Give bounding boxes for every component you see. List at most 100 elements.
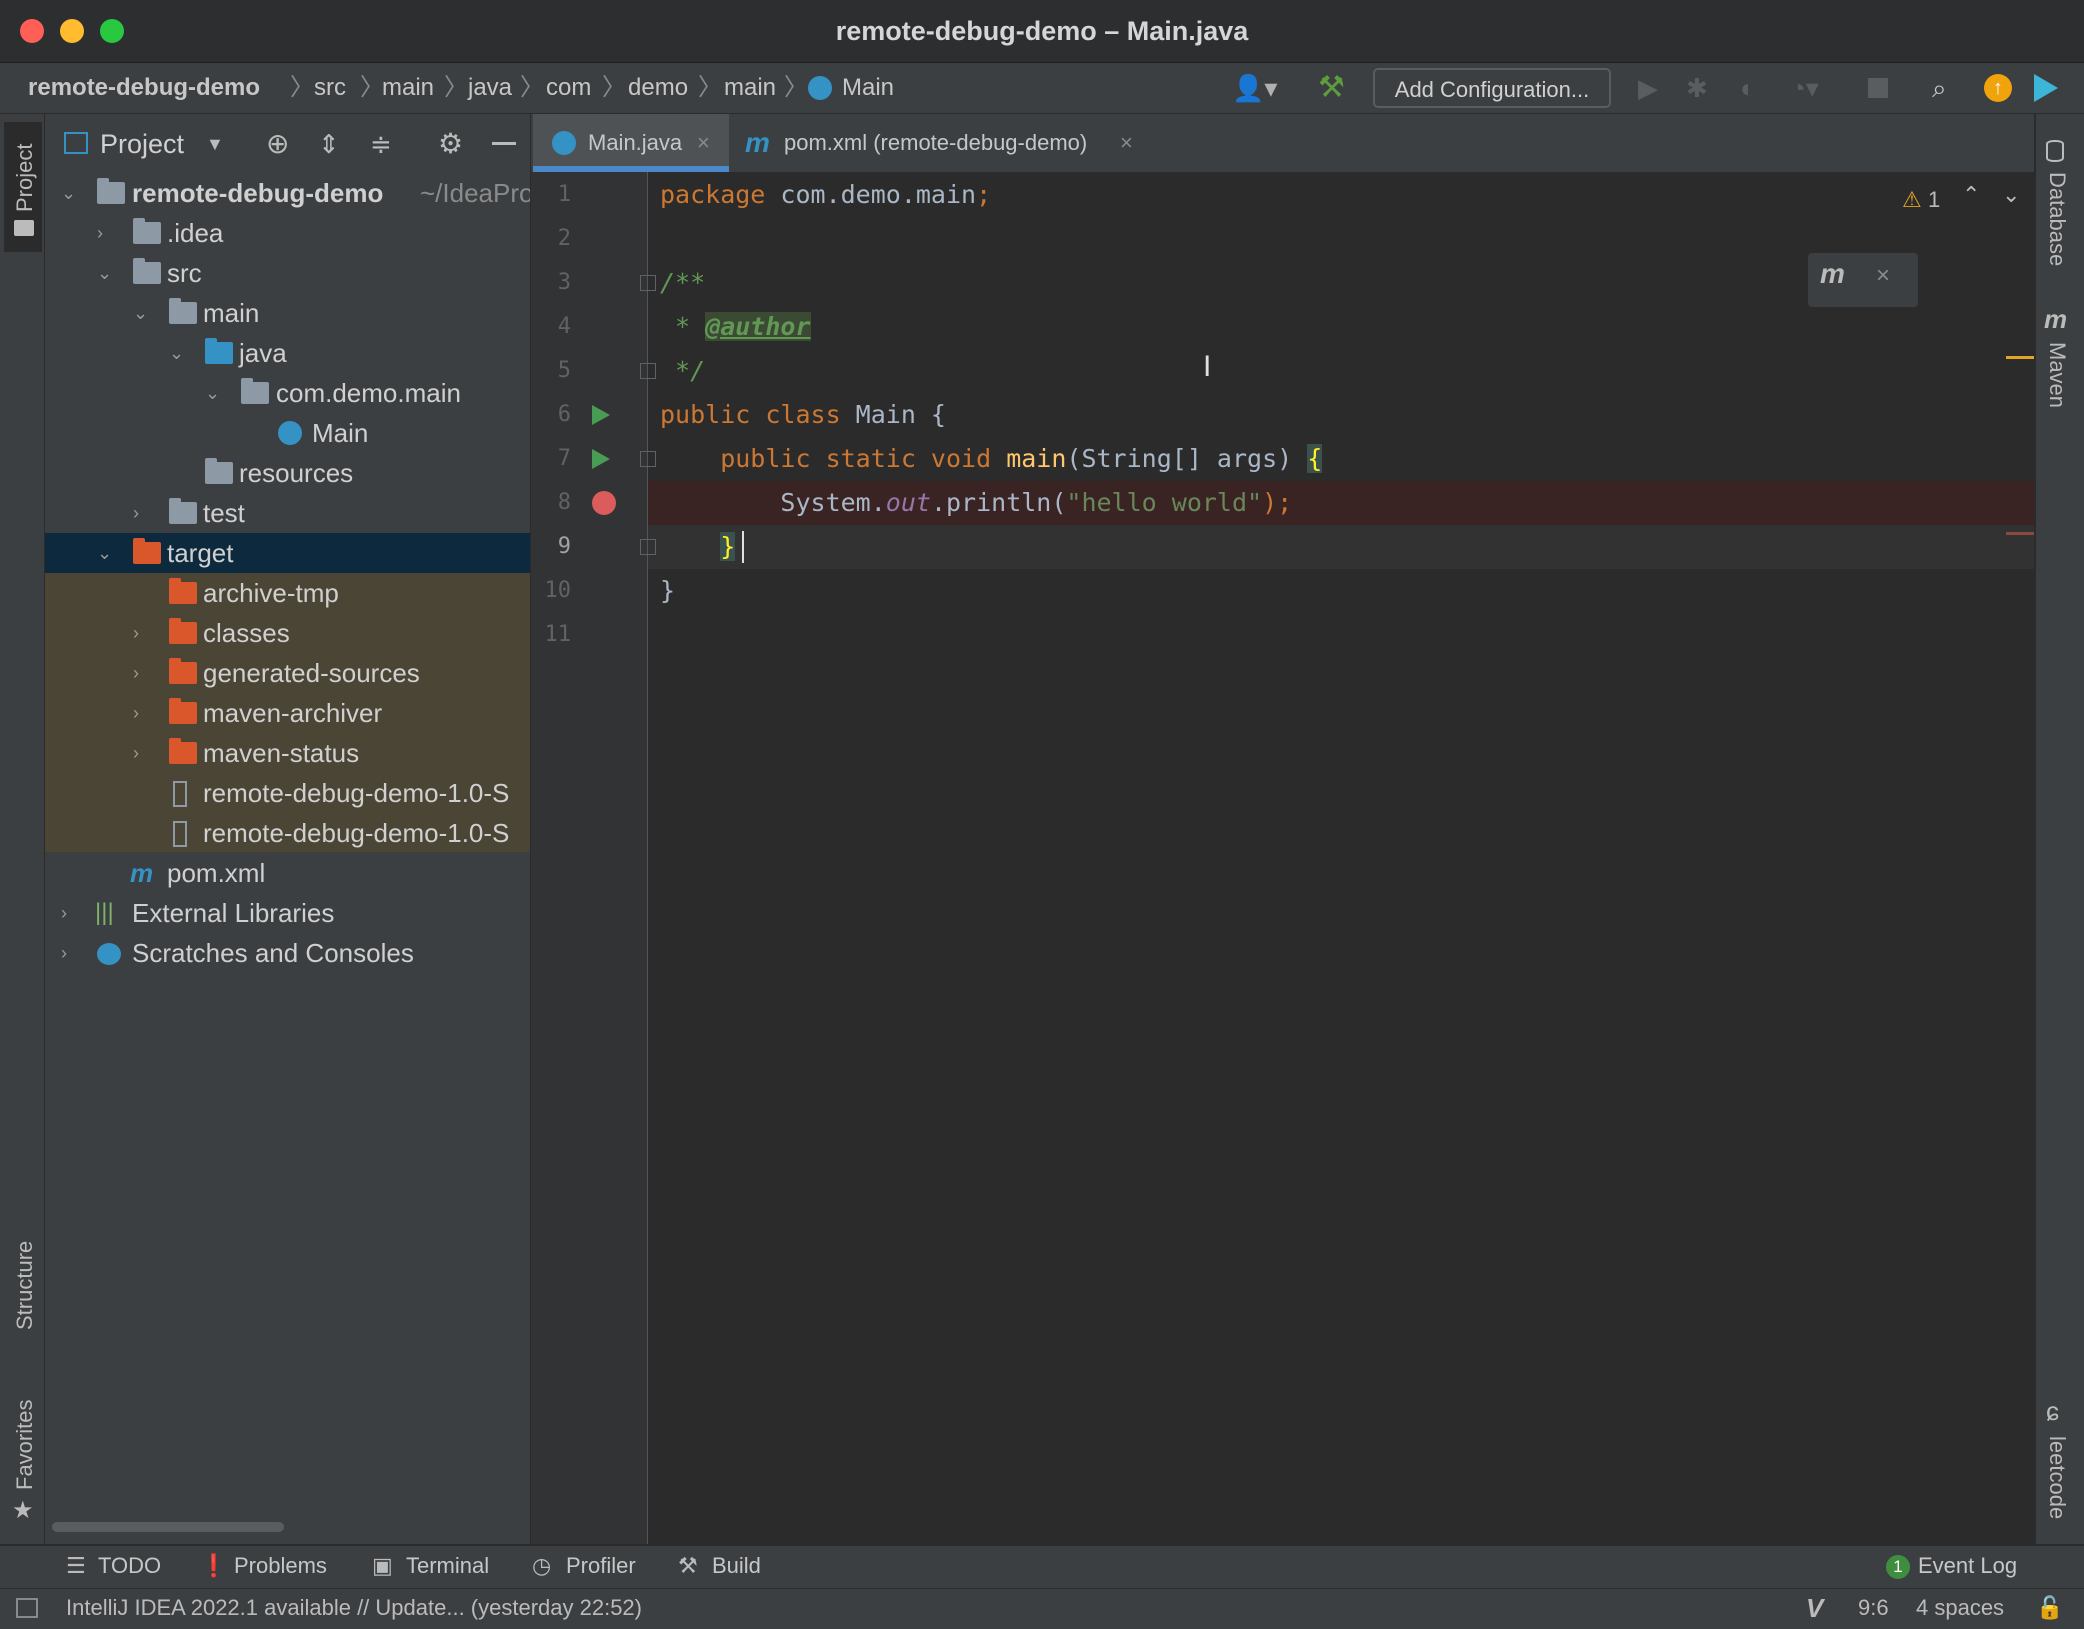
chevron-down-icon[interactable]: ⌄ xyxy=(205,373,220,413)
fold-icon[interactable] xyxy=(640,363,656,379)
plugin-logo-icon[interactable] xyxy=(2034,74,2058,102)
vim-icon[interactable]: V xyxy=(1806,1588,1823,1628)
tool-window-problems[interactable]: Problems xyxy=(234,1545,327,1587)
breadcrumb-main[interactable]: main xyxy=(382,63,434,113)
chevron-down-icon[interactable]: ⌄ xyxy=(133,293,148,333)
breadcrumb-class[interactable]: Main xyxy=(842,63,894,113)
tree-item-maven-status[interactable]: › maven-status xyxy=(45,733,530,773)
tree-item-external-libraries[interactable]: › ||| External Libraries xyxy=(45,893,530,933)
hide-panel-icon[interactable] xyxy=(492,142,516,145)
close-tab-icon[interactable]: × xyxy=(697,114,710,172)
search-icon[interactable]: ⌕ xyxy=(1932,63,1947,113)
tree-item-java[interactable]: ⌄ java xyxy=(45,333,530,373)
horizontal-scrollbar[interactable] xyxy=(52,1522,284,1532)
breadcrumb-src[interactable]: src xyxy=(314,63,346,113)
tree-item-generated-sources[interactable]: › generated-sources xyxy=(45,653,530,693)
fold-icon[interactable] xyxy=(640,539,656,555)
run-gutter-icon[interactable] xyxy=(592,405,610,425)
tree-item-project-root[interactable]: ⌄ remote-debug-demo ~/IdeaPro xyxy=(45,173,530,213)
database-tool-label[interactable]: Database xyxy=(2044,172,2070,266)
warning-stripe-mark[interactable] xyxy=(2006,356,2034,359)
tab-pom-xml[interactable]: pom.xml (remote-debug-demo) xyxy=(784,114,1087,172)
chevron-right-icon[interactable]: › xyxy=(133,733,139,773)
tab-label[interactable]: Main.java xyxy=(588,114,682,172)
tree-item-maven-archiver[interactable]: › maven-archiver xyxy=(45,693,530,733)
code-editor[interactable] xyxy=(648,172,2034,1544)
chevron-right-icon[interactable]: › xyxy=(61,933,67,973)
chevron-right-icon[interactable]: › xyxy=(133,653,139,693)
user-icon[interactable]: 👤▾ xyxy=(1232,63,1277,113)
project-view-dropdown-icon[interactable]: ▼ xyxy=(206,122,224,166)
lock-icon[interactable]: 🔓 xyxy=(2036,1588,2063,1628)
coverage-icon[interactable]: ◐ xyxy=(1740,63,1756,113)
run-icon[interactable]: ▶ xyxy=(1638,63,1658,113)
leetcode-tool-label[interactable]: leetcode xyxy=(2044,1436,2070,1519)
profile-icon[interactable]: ◔▾ xyxy=(1790,63,1819,113)
indent-setting[interactable]: 4 spaces xyxy=(1916,1588,2004,1628)
gear-icon[interactable]: ⚙ xyxy=(438,122,463,166)
locate-file-icon[interactable]: ⊕ xyxy=(266,122,289,166)
build-hammer-icon[interactable]: ⚒ xyxy=(1318,63,1345,113)
tree-item-pom[interactable]: m pom.xml xyxy=(45,853,530,893)
structure-tool-label[interactable]: Structure xyxy=(12,1241,38,1330)
caret-position[interactable]: 9:6 xyxy=(1858,1588,1889,1628)
next-highlight-icon[interactable]: ⌄ xyxy=(2002,182,2020,208)
chevron-right-icon[interactable]: › xyxy=(133,693,139,733)
favorites-tool-label[interactable]: Favorites xyxy=(12,1400,38,1490)
maven-tool-label[interactable]: Maven xyxy=(2044,342,2070,408)
collapse-all-icon[interactable]: ≑ xyxy=(370,122,392,166)
breadcrumb-java[interactable]: java xyxy=(468,63,512,113)
chevron-down-icon[interactable]: ⌄ xyxy=(61,173,76,213)
chevron-right-icon[interactable]: › xyxy=(133,613,139,653)
tree-item-jar[interactable]: remote-debug-demo-1.0-S xyxy=(45,773,530,813)
tree-item-idea[interactable]: › .idea xyxy=(45,213,530,253)
tree-item-jar[interactable]: remote-debug-demo-1.0-S xyxy=(45,813,530,853)
tree-item-test[interactable]: › test xyxy=(45,493,530,533)
close-tab-icon[interactable]: × xyxy=(1120,114,1133,172)
expand-all-icon[interactable]: ⇕ xyxy=(318,122,340,166)
previous-highlight-icon[interactable]: ⌃ xyxy=(1962,182,1980,208)
tree-item-target[interactable]: ⌄ target xyxy=(45,533,530,573)
tree-item-src[interactable]: ⌄ src xyxy=(45,253,530,293)
tree-item-resources[interactable]: resources xyxy=(45,453,530,493)
chevron-down-icon[interactable]: ⌄ xyxy=(97,253,112,293)
fold-icon[interactable] xyxy=(640,451,656,467)
add-configuration-button[interactable]: Add Configuration... xyxy=(1373,68,1611,108)
tool-window-todo[interactable]: TODO xyxy=(98,1545,161,1587)
update-icon[interactable]: ↑ xyxy=(1984,74,2012,102)
tool-window-event-log[interactable]: Event Log xyxy=(1918,1545,2017,1587)
toggle-tool-windows-icon[interactable] xyxy=(16,1598,38,1618)
warning-icon[interactable]: ⚠ xyxy=(1902,187,1922,213)
close-popup-icon[interactable]: × xyxy=(1876,262,1890,290)
breadcrumb-com[interactable]: com xyxy=(546,63,591,113)
chevron-right-icon[interactable]: › xyxy=(61,893,67,933)
debug-icon[interactable]: ✱ xyxy=(1686,63,1708,113)
tool-window-profiler[interactable]: Profiler xyxy=(566,1545,636,1587)
stop-icon[interactable] xyxy=(1868,78,1888,98)
tree-item-scratches[interactable]: › Scratches and Consoles xyxy=(45,933,530,973)
chevron-down-icon[interactable]: ⌄ xyxy=(97,533,112,573)
code-field: out xyxy=(885,488,931,517)
breadcrumb-main-pkg[interactable]: main xyxy=(724,63,776,113)
tree-item-main[interactable]: ⌄ main xyxy=(45,293,530,333)
tree-item-package[interactable]: ⌄ com.demo.main xyxy=(45,373,530,413)
breadcrumb-project[interactable]: remote-debug-demo xyxy=(28,63,260,113)
tree-item-archive-tmp[interactable]: archive-tmp xyxy=(45,573,530,613)
fold-icon[interactable] xyxy=(640,275,656,291)
breakpoint-stripe-mark[interactable] xyxy=(2006,532,2034,535)
chevron-down-icon[interactable]: ⌄ xyxy=(169,333,184,373)
project-view-title[interactable]: Project xyxy=(100,122,184,166)
chevron-right-icon[interactable]: › xyxy=(133,493,139,533)
breadcrumb-demo[interactable]: demo xyxy=(628,63,688,113)
line-number: 6 xyxy=(557,402,571,427)
run-gutter-icon[interactable] xyxy=(592,449,610,469)
status-message[interactable]: IntelliJ IDEA 2022.1 available // Update… xyxy=(66,1588,642,1628)
tree-item-main-class[interactable]: Main xyxy=(45,413,530,453)
tree-item-classes[interactable]: › classes xyxy=(45,613,530,653)
breakpoint-icon[interactable] xyxy=(592,491,616,515)
tool-window-terminal[interactable]: Terminal xyxy=(406,1545,489,1587)
maven-reload-icon[interactable]: m xyxy=(1820,258,1845,290)
project-tool-label[interactable]: Project xyxy=(12,144,38,212)
chevron-right-icon[interactable]: › xyxy=(97,213,103,253)
tool-window-build[interactable]: Build xyxy=(712,1545,761,1587)
